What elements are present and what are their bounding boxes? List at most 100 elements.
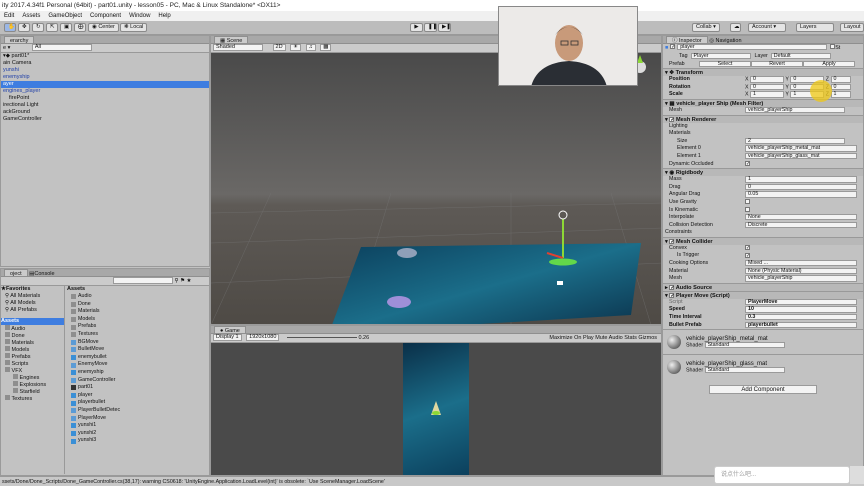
property-checkbox[interactable] bbox=[745, 206, 750, 212]
tag-dropdown[interactable]: Player bbox=[690, 53, 751, 60]
hierarchy-item[interactable]: ackGround bbox=[1, 109, 209, 116]
lighting-toggle-icon[interactable]: ☀ bbox=[290, 44, 302, 51]
asset-item[interactable]: Textures bbox=[65, 331, 209, 339]
rotate-tool-icon[interactable]: ↻ bbox=[32, 23, 44, 32]
pause-button[interactable]: ❚❚ bbox=[424, 23, 437, 32]
cloud-icon[interactable]: ☁ bbox=[730, 23, 741, 32]
hierarchy-item[interactable]: GameController bbox=[1, 116, 209, 123]
hierarchy-item[interactable]: engines_player bbox=[1, 88, 209, 95]
gizmos-dropdown[interactable]: Gizmos bbox=[638, 335, 657, 341]
folder-tree-item[interactable]: Engines bbox=[1, 374, 64, 381]
tab-project[interactable]: oject bbox=[4, 269, 28, 276]
script-property-field[interactable]: 10 bbox=[745, 306, 857, 313]
material-preview[interactable]: vehicle_playerShip_metal_mat Shader Stand… bbox=[663, 329, 863, 354]
menu-assets[interactable]: Assets bbox=[22, 11, 40, 21]
folder-tree-item[interactable]: Audio bbox=[1, 325, 64, 332]
menu-help[interactable]: Help bbox=[158, 11, 170, 21]
mesh-renderer-header[interactable]: ▾ ✓ Mesh Renderer bbox=[663, 114, 863, 123]
scene-root[interactable]: ▾◆ part01* bbox=[1, 53, 209, 60]
favorite-item[interactable]: ⚲ All Prefabs bbox=[1, 307, 64, 314]
asset-item[interactable]: yunshi3 bbox=[65, 437, 209, 445]
scale-slider[interactable] bbox=[286, 335, 357, 341]
asset-item[interactable]: Materials bbox=[65, 308, 209, 316]
asset-item[interactable]: part01 bbox=[65, 384, 209, 392]
asset-item[interactable]: Audio bbox=[65, 293, 209, 301]
favorite-item[interactable]: ⚲ All Materials bbox=[1, 293, 64, 300]
folder-tree-item[interactable]: Prefabs bbox=[1, 353, 64, 360]
asset-item[interactable]: yunshi1 bbox=[65, 422, 209, 430]
property-field[interactable]: None bbox=[745, 214, 857, 221]
script-property-field[interactable]: 0.3 bbox=[745, 314, 857, 321]
constraints-foldout[interactable]: Constraints bbox=[663, 229, 745, 237]
hierarchy-item[interactable]: enemyship bbox=[1, 74, 209, 81]
hierarchy-search-input[interactable]: All bbox=[31, 44, 92, 51]
asset-item[interactable]: yunshi2 bbox=[65, 430, 209, 438]
move-tool-icon[interactable]: ✥ bbox=[18, 23, 30, 32]
asset-item[interactable]: enemyship bbox=[65, 369, 209, 377]
material-preview[interactable]: vehicle_playerShip_glass_mat Shader Stand… bbox=[663, 354, 863, 379]
asset-item[interactable]: BulletMove bbox=[65, 346, 209, 354]
active-checkbox[interactable]: ✓ bbox=[670, 44, 675, 50]
gameobject-name-field[interactable]: player bbox=[677, 44, 828, 51]
folder-tree-item[interactable]: Scripts bbox=[1, 360, 64, 367]
hierarchy-item[interactable]: yunshi bbox=[1, 67, 209, 74]
hierarchy-item[interactable]: ayer bbox=[1, 81, 209, 88]
account-dropdown[interactable]: Account ▾ bbox=[748, 23, 786, 32]
script-property-field[interactable]: playerbullet bbox=[745, 321, 857, 329]
property-checkbox[interactable]: ✓ bbox=[745, 244, 750, 250]
scene-viewport[interactable] bbox=[211, 53, 661, 324]
player-move-header[interactable]: ▾ ✓ Player Move (Script) bbox=[663, 290, 863, 299]
assets-root[interactable]: Assets bbox=[1, 318, 64, 325]
folder-tree-item[interactable]: Materials bbox=[1, 339, 64, 346]
property-field[interactable]: Mixed ... bbox=[745, 260, 857, 267]
asset-item[interactable]: GameController bbox=[65, 377, 209, 385]
rotation-z-field[interactable]: 0 bbox=[830, 83, 851, 91]
menu-component[interactable]: Component bbox=[90, 11, 121, 21]
player-move-checkbox[interactable]: ✓ bbox=[669, 292, 675, 298]
asset-item[interactable]: Done bbox=[65, 301, 209, 309]
audio-source-header[interactable]: ▸ ✓ Audio Source bbox=[663, 282, 863, 291]
property-field[interactable]: vehicle_playerShip bbox=[745, 275, 857, 282]
play-button[interactable]: ▶ bbox=[410, 23, 423, 32]
game-viewport[interactable] bbox=[211, 343, 661, 475]
resolution-dropdown[interactable]: 1920x1080 bbox=[246, 334, 280, 341]
layout-dropdown[interactable]: Layout bbox=[840, 23, 864, 32]
send-icon[interactable] bbox=[850, 466, 864, 484]
layers-dropdown[interactable]: Layers bbox=[796, 23, 834, 32]
prefab-apply-button[interactable]: Apply bbox=[803, 60, 855, 67]
folder-tree-item[interactable]: Models bbox=[1, 346, 64, 353]
scale-tool-icon[interactable]: ⇱ bbox=[46, 23, 58, 32]
chat-input[interactable]: 说点什么吧... bbox=[714, 466, 850, 484]
prefab-revert-button[interactable]: Revert bbox=[751, 60, 803, 67]
asset-item[interactable]: PlayerMove bbox=[65, 415, 209, 423]
pivot-center-button[interactable]: ◉ Center bbox=[88, 23, 119, 32]
property-field[interactable]: 0 bbox=[745, 183, 857, 191]
asset-item[interactable]: enemybullet bbox=[65, 354, 209, 362]
create-dropdown[interactable]: e ▾ bbox=[3, 45, 10, 51]
shading-mode-dropdown[interactable]: Shaded bbox=[213, 44, 263, 51]
audio-toggle-icon[interactable]: ♫ bbox=[305, 44, 316, 51]
hierarchy-item[interactable]: firePoint bbox=[1, 95, 209, 102]
property-field[interactable]: None (Physic Material) bbox=[745, 267, 857, 275]
mesh-collider-header[interactable]: ▾ ✓ Mesh Collider bbox=[663, 236, 863, 245]
tab-hierarchy[interactable]: erarchy bbox=[4, 36, 35, 43]
transform-header[interactable]: ▾ ✥ Transform bbox=[663, 68, 863, 77]
rotation-x-field[interactable]: 0 bbox=[750, 83, 785, 91]
effects-toggle-icon[interactable]: ▩ bbox=[320, 44, 332, 51]
project-search-input[interactable] bbox=[113, 277, 173, 284]
property-field[interactable]: Discrete bbox=[745, 221, 857, 229]
materials-foldout[interactable]: Materials bbox=[663, 130, 745, 138]
size-field[interactable]: 2 bbox=[745, 137, 845, 145]
prefab-select-button[interactable]: Select bbox=[699, 60, 751, 67]
asset-item[interactable]: BGMove bbox=[65, 339, 209, 347]
material-element-field[interactable]: vehicle_playerShip_metal_mat bbox=[745, 145, 857, 152]
property-checkbox[interactable]: ✓ bbox=[745, 252, 750, 258]
menu-edit[interactable]: Edit bbox=[4, 11, 14, 21]
layer-dropdown[interactable]: Default bbox=[770, 53, 831, 60]
collab-button[interactable]: Collab ▾ bbox=[692, 23, 720, 32]
folder-tree-item[interactable]: Explosions bbox=[1, 381, 64, 388]
property-field[interactable]: 0.05 bbox=[745, 191, 857, 198]
property-checkbox[interactable] bbox=[745, 199, 750, 204]
asset-item[interactable]: EnemyMove bbox=[65, 361, 209, 369]
rigidbody-header[interactable]: ▾ ◉ Rigidbody bbox=[663, 168, 863, 177]
